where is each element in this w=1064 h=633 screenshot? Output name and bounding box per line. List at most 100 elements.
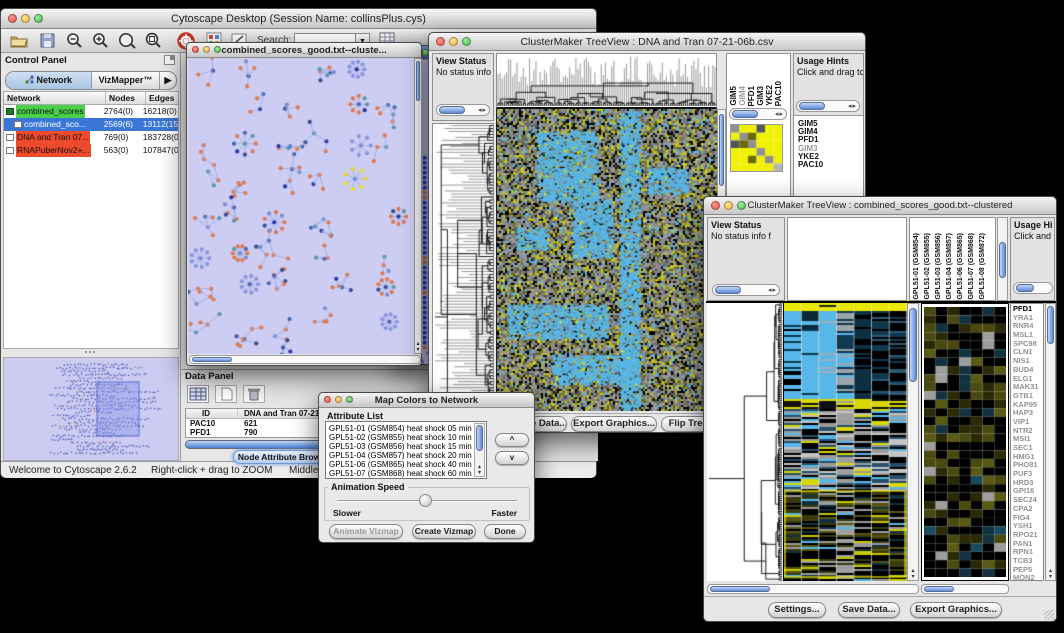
gene-list-item[interactable]: TCB3	[1013, 557, 1043, 566]
tv2-settings-button[interactable]: Settings...	[768, 602, 826, 618]
close-button[interactable]	[324, 396, 331, 403]
tv1-export-graphics-button[interactable]: Export Graphics...	[571, 416, 657, 432]
gene-list-item[interactable]: SEC24	[1013, 496, 1043, 505]
tv1-row-dendrogram[interactable]	[433, 124, 493, 410]
data-table-icon[interactable]	[187, 385, 209, 403]
network-table-row[interactable]: combined_sco...2569(6)13112(15)	[4, 118, 178, 131]
gene-list-item[interactable]: VIP1	[1013, 418, 1043, 427]
tv2-labels-vscrollbar[interactable]	[997, 217, 1008, 301]
tv1-column-label[interactable]: PFD1	[747, 86, 756, 106]
gene-list-item[interactable]: CPA2	[1013, 505, 1043, 514]
network-table-row[interactable]: combined_scores2764(0)16218(0)	[4, 105, 178, 118]
tv1-column-label[interactable]: GIM5	[729, 86, 738, 106]
gene-list-item[interactable]: PAN1	[1013, 540, 1043, 549]
minimize-button[interactable]	[449, 37, 458, 46]
gene-list-item[interactable]: GPI16	[1013, 487, 1043, 496]
minimize-button[interactable]	[21, 14, 30, 23]
tv2-bottom-hscrollbar-2[interactable]	[921, 584, 1009, 594]
close-button[interactable]	[8, 14, 17, 23]
zoom-out-icon[interactable]	[65, 32, 84, 50]
tv1-column-label[interactable]: YKE2	[765, 85, 774, 106]
gene-list-item[interactable]: FIG4	[1013, 514, 1043, 523]
gene-list-item[interactable]: RNR4	[1013, 322, 1043, 331]
zoom-button[interactable]	[346, 396, 353, 403]
gene-list-item[interactable]: KAP95	[1013, 401, 1043, 410]
gene-list-item[interactable]: SEC1	[1013, 444, 1043, 453]
zoom-fit-icon[interactable]	[144, 32, 163, 50]
tv2-column-label[interactable]: GPL51-08 (GSM872)	[979, 233, 986, 300]
tv2-hints-scrollbar[interactable]	[1013, 282, 1053, 294]
tv1-row-label[interactable]: PAC10	[798, 161, 858, 169]
speed-slider-thumb[interactable]	[419, 494, 432, 507]
attribute-list-item[interactable]: GPL51-07 (GSM868) heat shock 60 min	[329, 469, 473, 478]
new-attribute-icon[interactable]	[215, 385, 237, 403]
gene-list-item[interactable]: GTB1	[1013, 392, 1043, 401]
tv1-labels-scrollbar[interactable]: ◂▸	[729, 108, 787, 120]
tv2-status-scrollbar[interactable]: ◂▸	[712, 284, 780, 296]
gene-list-item[interactable]: RPO21	[1013, 531, 1043, 540]
minimize-button[interactable]	[203, 46, 210, 53]
tv2-column-label[interactable]: GPL51-06 (GSM865)	[957, 233, 964, 300]
close-button[interactable]	[711, 201, 720, 210]
tv1-column-label[interactable]: GIM4	[738, 86, 747, 106]
gene-list-item[interactable]: HMG1	[1013, 453, 1043, 462]
scroll-arrows[interactable]: ◂▸	[478, 106, 487, 114]
gene-list-item[interactable]: MSL1	[1013, 331, 1043, 340]
gene-list-item[interactable]: HRD3	[1013, 479, 1043, 488]
gene-list-item[interactable]: YSH1	[1013, 522, 1043, 531]
gene-list-item[interactable]: ELG1	[1013, 375, 1043, 384]
tv2-row-dendrogram-panel[interactable]	[707, 303, 782, 581]
tv1-column-label[interactable]: GIM3	[756, 86, 765, 106]
gene-list-item[interactable]: NTR2	[1013, 427, 1043, 436]
tab-vizmapper[interactable]: VizMapper™	[92, 72, 160, 89]
tv2-column-label[interactable]: GPL51-07 (GSM868)	[968, 233, 975, 300]
network-hscrollbar[interactable]	[189, 355, 421, 364]
network-vscrollbar[interactable]: ▴▾	[414, 58, 422, 354]
tv2-heatmap[interactable]	[783, 303, 907, 581]
tv1-column-dendrogram-panel[interactable]	[496, 53, 717, 109]
tv1-column-dendrogram[interactable]	[497, 54, 716, 106]
network-view-canvas[interactable]	[188, 58, 414, 354]
network-overview-panel[interactable]	[3, 357, 179, 461]
gene-list-item[interactable]: PFD1	[1013, 305, 1043, 314]
network-window-1-titlebar[interactable]: combined_scores_good.txt--cluste...	[187, 43, 421, 58]
tv2-column-label[interactable]: GPL51-01 (GSM854)	[913, 233, 920, 300]
tv2-column-label[interactable]: GPL51-03 (GSM856)	[935, 233, 942, 300]
save-icon[interactable]	[39, 32, 56, 49]
tv2-genes-vscrollbar[interactable]: ▴▾	[1045, 303, 1056, 581]
tv2-zoom-heatmap[interactable]	[924, 307, 1006, 577]
minimize-button[interactable]	[724, 201, 733, 210]
gene-list-item[interactable]: NIS1	[1013, 357, 1043, 366]
move-up-button[interactable]: ^	[495, 433, 529, 447]
gene-list-item[interactable]: PEP5	[1013, 566, 1043, 575]
tv1-mini-heatmap[interactable]	[730, 124, 783, 172]
treeview1-titlebar[interactable]: ClusterMaker TreeView : DNA and Tran 07-…	[429, 33, 865, 51]
tv2-row-dendrogram[interactable]	[707, 303, 782, 581]
dialog-titlebar[interactable]: Map Colors to Network	[319, 393, 534, 408]
gene-list-item[interactable]: MAK31	[1013, 383, 1043, 392]
tv1-hints-scrollbar[interactable]: ◂▸	[796, 100, 860, 112]
panel-divider-handle[interactable]	[85, 351, 95, 355]
float-panel-icon[interactable]	[164, 55, 175, 65]
tv2-save-data-button[interactable]: Save Data...	[838, 602, 900, 618]
create-vizmap-button[interactable]: Create Vizmap	[412, 524, 476, 539]
resize-grip[interactable]	[1044, 610, 1054, 620]
gene-list-item[interactable]: MSI1	[1013, 435, 1043, 444]
close-button[interactable]	[192, 46, 199, 53]
close-button[interactable]	[436, 37, 445, 46]
zoom-button[interactable]	[462, 37, 471, 46]
tab-overflow-arrow[interactable]: ▶	[160, 72, 176, 89]
network-table-row[interactable]: RNAPuberNov2+...563(0)107847(0)	[4, 144, 178, 157]
tv1-row-dendrogram-panel[interactable]	[432, 123, 494, 411]
zoom-in-icon[interactable]	[91, 32, 110, 50]
animate-vizmap-button[interactable]: Animate Vizmap	[329, 524, 403, 539]
tv2-column-dendrogram-panel[interactable]	[787, 217, 907, 301]
gene-list-item[interactable]: YRA1	[1013, 314, 1043, 323]
attribute-listbox[interactable]: GPL51-01 (GSM854) heat shock 05 minGPL51…	[325, 421, 487, 479]
done-button[interactable]: Done	[484, 524, 526, 539]
tab-network[interactable]: Network	[6, 72, 92, 89]
tv2-gene-list[interactable]: PFD1YRA1RNR4MSL1SPC98CLN1NIS1BUD4ELG1MAK…	[1013, 305, 1043, 581]
attribute-list-vscrollbar[interactable]: ▴▾	[474, 423, 485, 477]
main-titlebar[interactable]: Cytoscape Desktop (Session Name: collins…	[1, 9, 596, 29]
tv1-heatmap[interactable]	[496, 109, 717, 411]
